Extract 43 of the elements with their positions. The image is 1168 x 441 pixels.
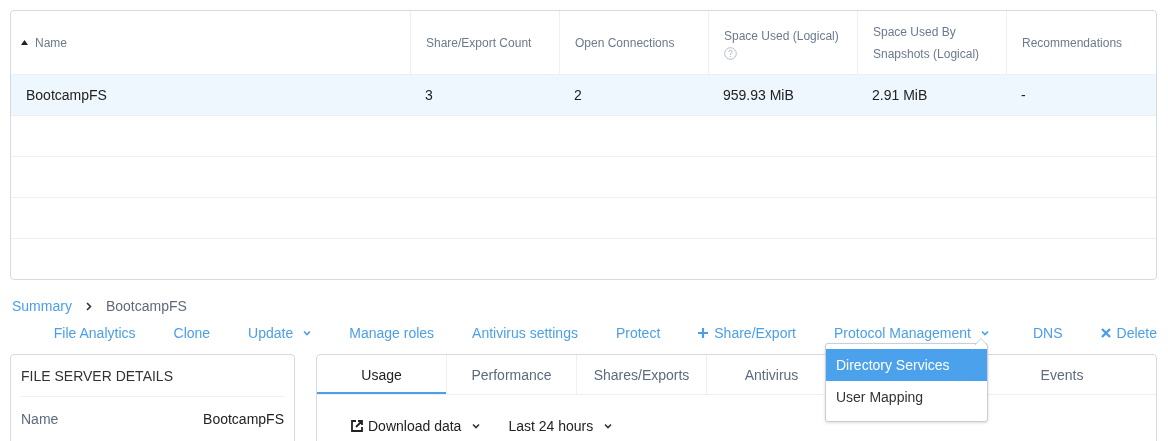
export-icon: [351, 420, 363, 432]
card-title: FILE SERVER DETAILS: [21, 355, 284, 397]
action-link[interactable]: File Analytics: [53, 324, 136, 342]
column-header[interactable]: Space Used By Snapshots (Logical): [873, 20, 991, 65]
table-row[interactable]: BootcampFS 3 2 959.93 MiB 2.91 MiB -: [11, 75, 1156, 116]
menu-item[interactable]: User Mapping: [825, 381, 987, 413]
action-link[interactable]: DNS: [1032, 324, 1063, 342]
chevron-right-icon: [85, 301, 92, 311]
breadcrumb-link[interactable]: Summary: [10, 298, 72, 314]
field-label: Name: [21, 411, 59, 427]
menu-item[interactable]: Directory Services: [825, 349, 987, 381]
download-button[interactable]: Download data: [351, 418, 481, 434]
field-value: BootcampFS: [203, 411, 284, 427]
column-header[interactable]: Share/Export Count: [426, 31, 544, 54]
plus-icon: [698, 328, 709, 338]
column-header[interactable]: Recommendations: [1022, 31, 1141, 54]
action-link[interactable]: Update: [248, 324, 312, 342]
tab[interactable]: Antivirus: [707, 355, 837, 394]
time-range-dropdown[interactable]: Last 24 hours: [508, 418, 613, 434]
table-cell-text: 959.93 MiB: [722, 87, 795, 103]
table-cell-text: 3: [424, 87, 434, 103]
chevron-down-icon: [472, 423, 481, 429]
table-cell-text: 2: [573, 87, 583, 103]
action-link[interactable]: Share/Export: [698, 324, 796, 342]
action-link[interactable]: Antivirus settings: [472, 324, 578, 342]
tab[interactable]: Performance: [447, 355, 577, 394]
action-link[interactable]: Clone: [173, 324, 211, 342]
table-cell-text: 2.91 MiB: [871, 87, 929, 103]
column-header[interactable]: Space Used (Logical): [724, 25, 842, 47]
table-cell-text: BootcampFS: [25, 87, 108, 103]
chevron-down-icon: [604, 423, 613, 429]
tab[interactable]: Usage: [317, 355, 447, 394]
action-link[interactable]: Protect: [615, 324, 661, 342]
table-cell-text: -: [1020, 87, 1027, 103]
chevron-down-icon: [980, 330, 989, 336]
breadcrumb-current: BootcampFS: [105, 298, 187, 314]
chevron-down-icon: [303, 330, 312, 336]
tab[interactable]: Shares/Exports: [577, 355, 707, 394]
column-header[interactable]: Name: [35, 31, 67, 54]
column-header[interactable]: Open Connections: [575, 31, 693, 54]
action-link[interactable]: Delete: [1100, 324, 1157, 342]
close-icon: [1100, 328, 1111, 338]
action-link[interactable]: Manage roles: [349, 324, 435, 342]
